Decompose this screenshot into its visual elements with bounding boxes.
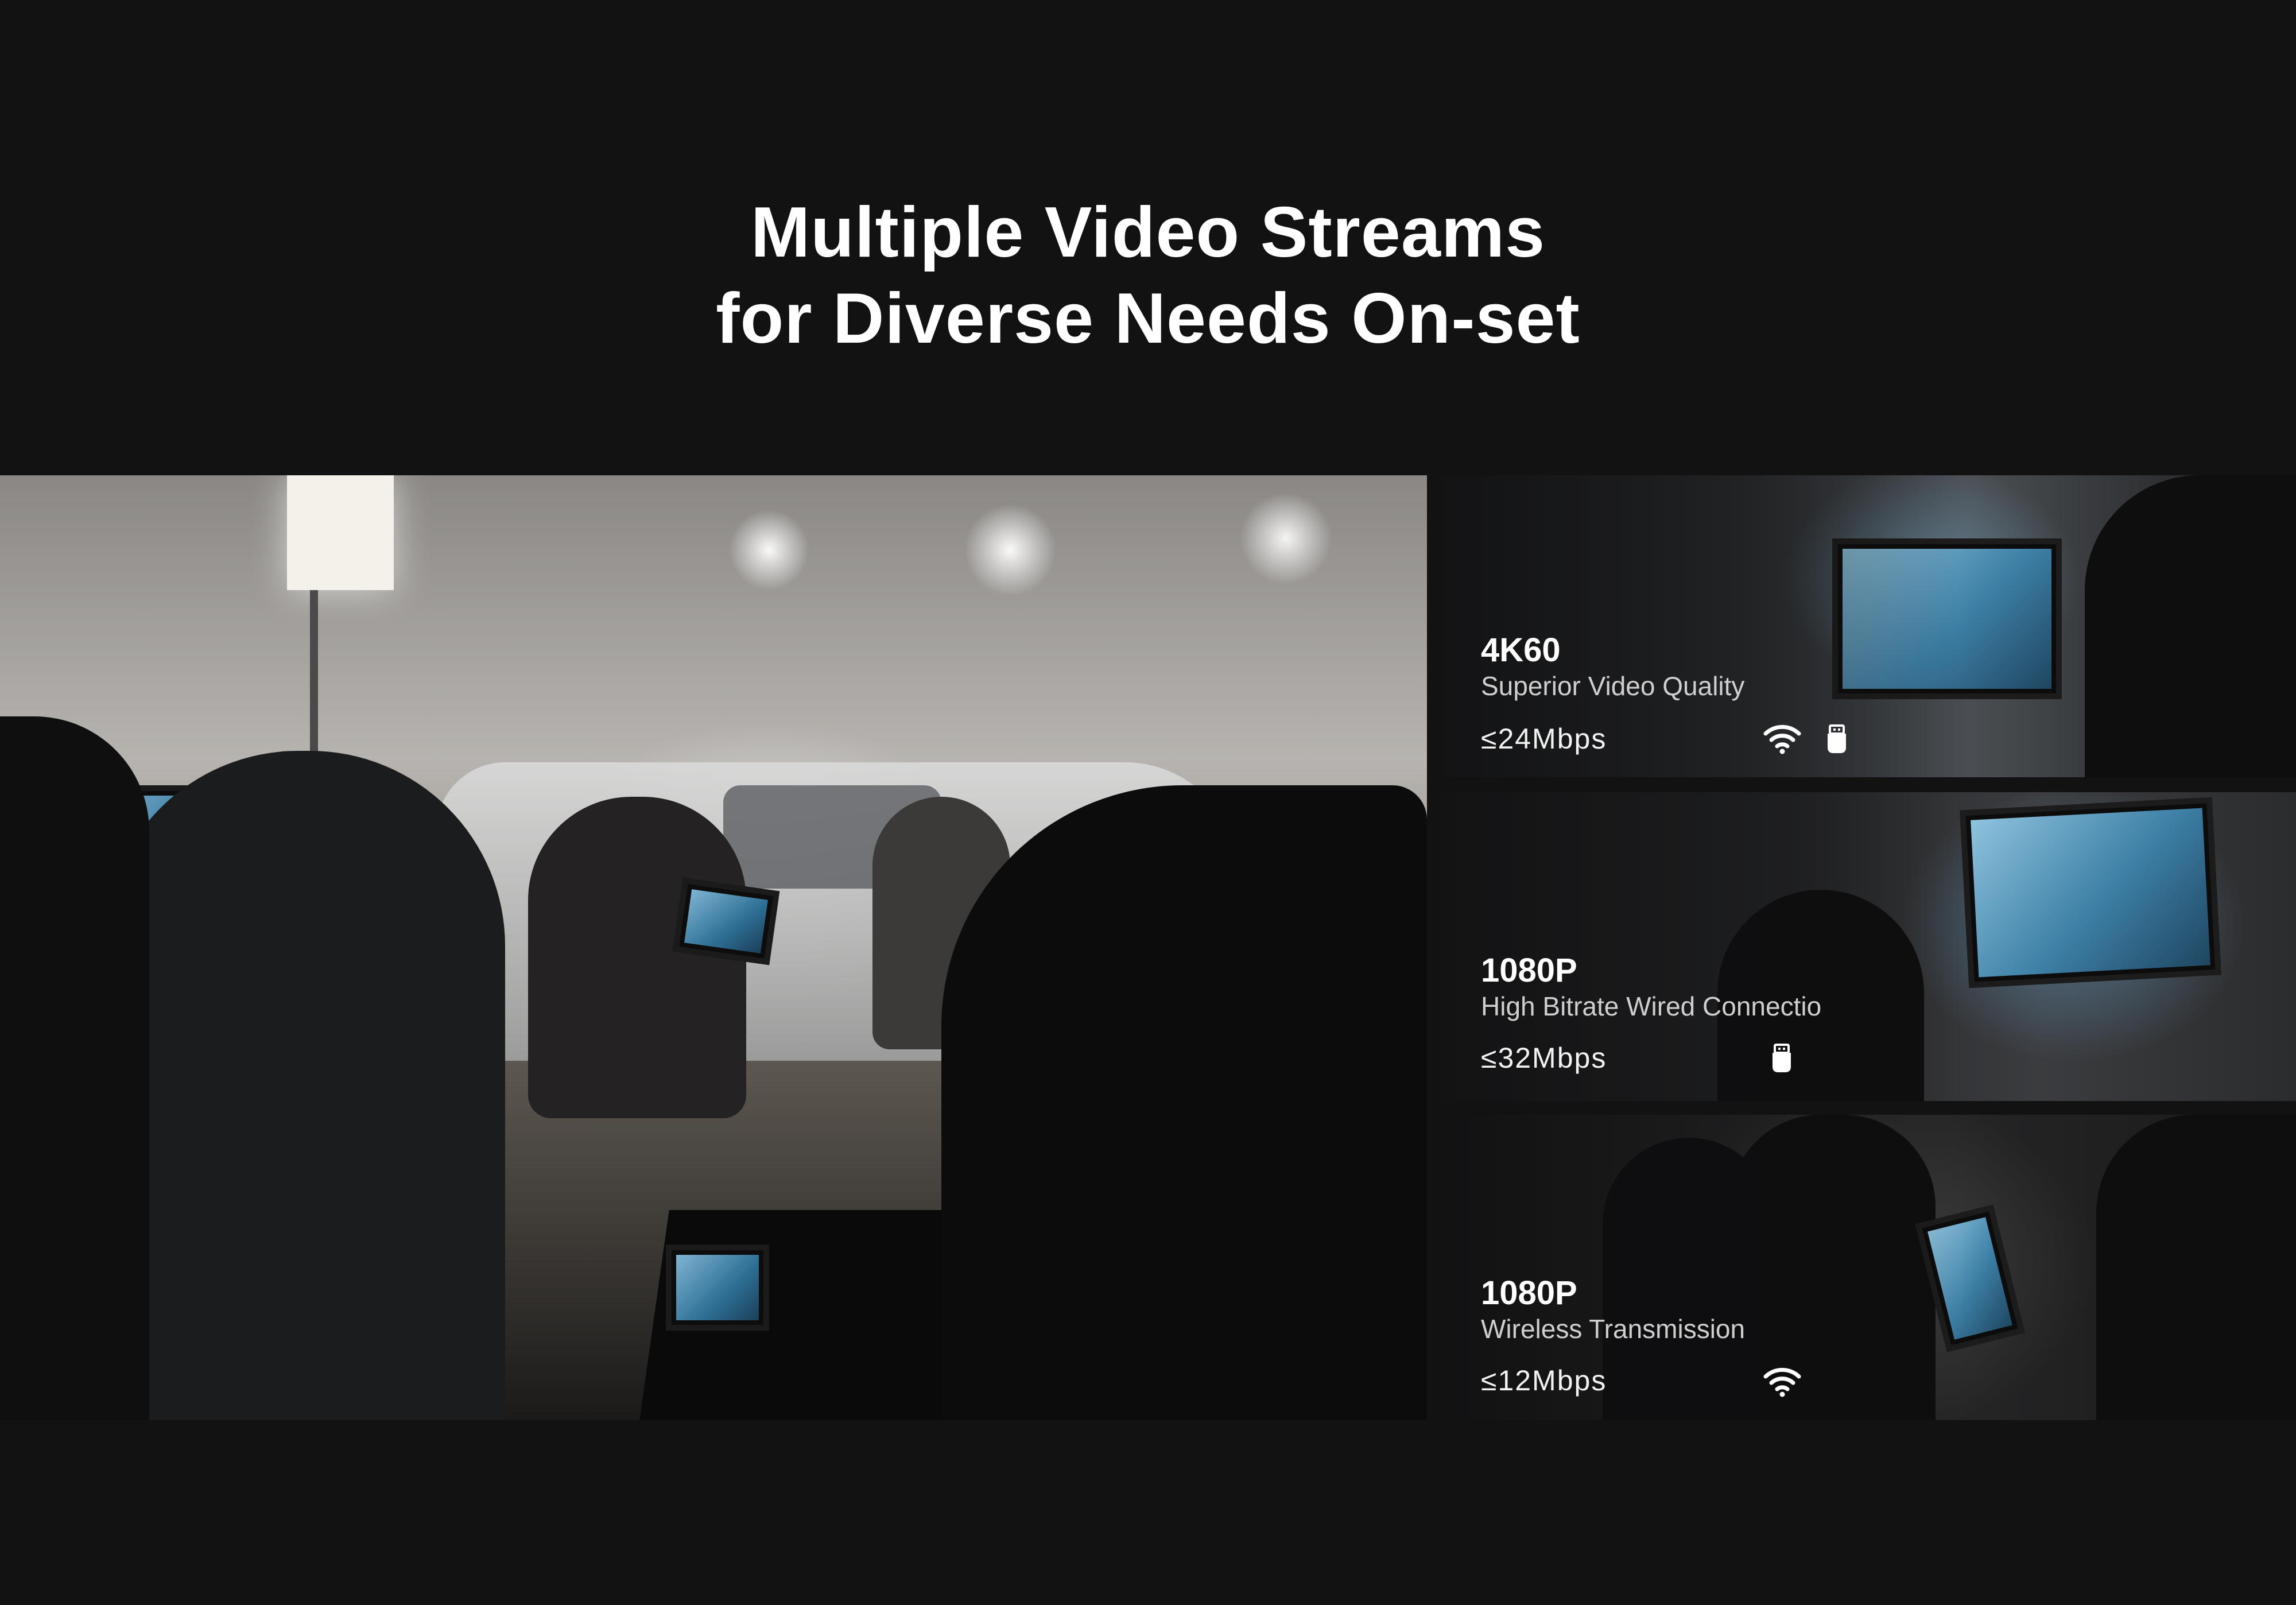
card-subtitle: High Bitrate Wired Connectio: [1481, 991, 1822, 1021]
card-monitor: [1960, 797, 2221, 988]
card-bitrate: ≤12Mbps: [1481, 1364, 1607, 1397]
card-title: 4K60: [1481, 631, 1561, 669]
card-subtitle: Wireless Transmission: [1481, 1314, 1746, 1344]
hero-photo: [0, 475, 1427, 1420]
connection-icons: [1763, 723, 1848, 757]
crew-member-figure: [103, 751, 505, 1420]
crew-member-figure: [941, 785, 1427, 1420]
feature-card-4k60: 4K60 Superior Video Quality ≤24Mbps: [1442, 475, 2296, 777]
crew-member-figure: [2096, 1115, 2296, 1420]
usb-icon: [1770, 1044, 1793, 1076]
feature-card-1080p-wireless: 1080P Wireless Transmission ≤12Mbps: [1442, 1115, 2296, 1420]
crew-member-figure: [0, 716, 149, 1420]
card-subtitle: Superior Video Quality: [1481, 671, 1745, 701]
connection-icons: [1763, 1366, 1801, 1400]
headline-line-1: Multiple Video Streams: [750, 193, 1546, 272]
wifi-icon: [1763, 723, 1801, 757]
card-title: 1080P: [1481, 952, 1577, 989]
desk-monitor: [666, 1245, 769, 1331]
connection-icons: [1770, 1044, 1793, 1076]
crew-member-figure: [528, 797, 746, 1118]
crew-member-figure: [2085, 475, 2296, 777]
card-bitrate: ≤32Mbps: [1481, 1042, 1607, 1074]
softbox-light: [287, 475, 394, 590]
page-title: Multiple Video Streams for Diverse Needs…: [0, 189, 2296, 362]
handheld-monitor: [672, 877, 780, 966]
wifi-icon: [1763, 1366, 1801, 1400]
feature-card-1080p-wired: 1080P High Bitrate Wired Connectio ≤32Mb…: [1442, 792, 2296, 1101]
headline-line-2: for Diverse Needs On-set: [716, 279, 1580, 358]
card-title: 1080P: [1481, 1274, 1577, 1312]
usb-icon: [1825, 724, 1848, 757]
card-bitrate: ≤24Mbps: [1481, 723, 1607, 755]
